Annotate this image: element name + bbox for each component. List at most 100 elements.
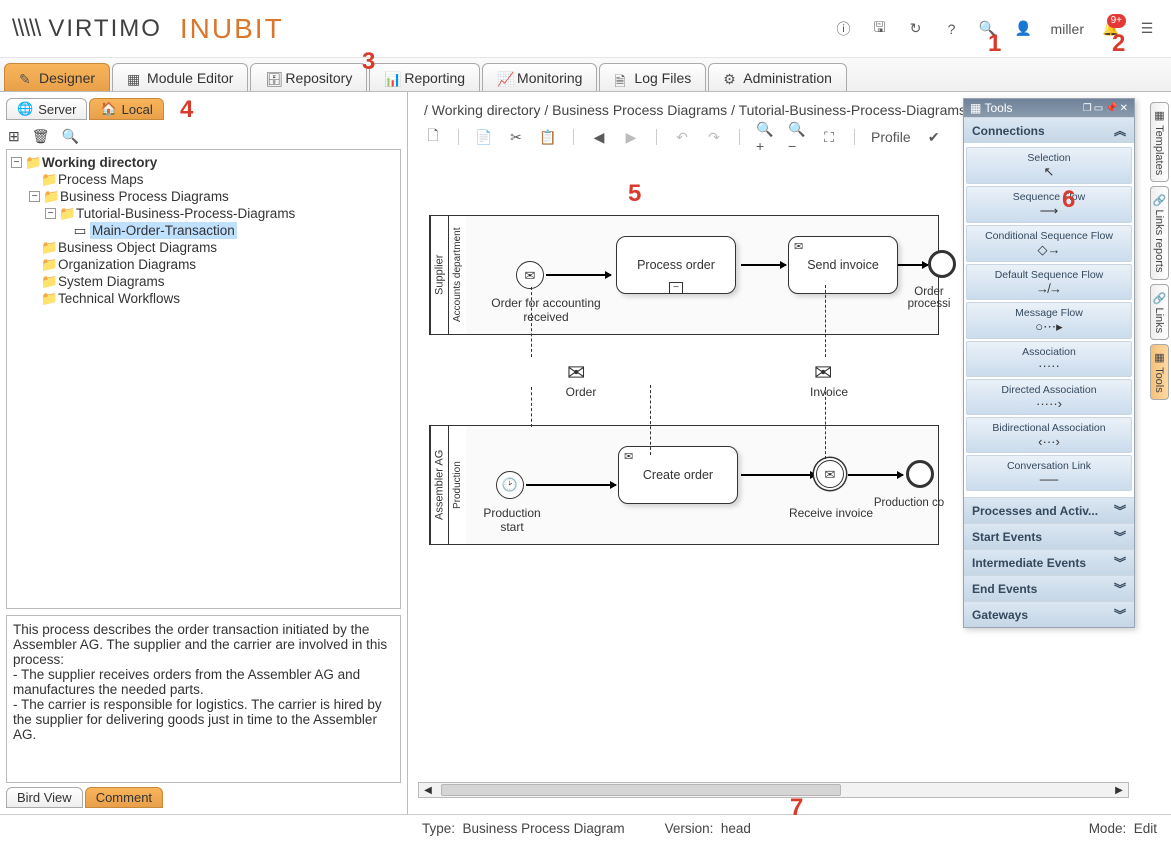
tree-expander[interactable]: − — [45, 208, 56, 219]
tool-message-flow[interactable]: Message Flow○⋯▸ — [966, 302, 1132, 339]
task-process-order[interactable]: Process order− — [616, 236, 736, 294]
prev-icon[interactable]: ◀ — [590, 128, 608, 146]
delete-icon[interactable]: 🗑 — [32, 128, 50, 145]
window-close-icon[interactable]: ✕ — [1120, 103, 1128, 114]
tab-administration[interactable]: ⚙Administration — [708, 63, 847, 91]
tab-repository[interactable]: 🗄Repository — [250, 63, 367, 91]
message-flow[interactable] — [825, 387, 826, 459]
tab-reporting[interactable]: 📊Reporting — [369, 63, 480, 91]
help-icon[interactable]: ? — [943, 20, 961, 38]
tools-section-gateways[interactable]: Gateways︾ — [964, 601, 1134, 627]
zoom-out-icon[interactable]: 🔍− — [788, 128, 806, 146]
tool-conversation-link[interactable]: Conversation Link── — [966, 455, 1132, 491]
scroll-left-button[interactable]: ◀ — [419, 783, 437, 797]
scrollbar-thumb[interactable] — [441, 784, 841, 796]
tree-node-org[interactable]: Organization Diagrams — [58, 256, 196, 273]
new-icon[interactable]: ⊞ — [8, 128, 20, 145]
crumb[interactable]: Business Process Diagrams — [552, 102, 727, 118]
info-icon[interactable]: ⓘ — [835, 20, 853, 38]
sequence-arrow[interactable] — [526, 484, 616, 486]
tab-monitoring[interactable]: 📈Monitoring — [482, 63, 597, 91]
tool-bidirectional-association[interactable]: Bidirectional Association‹···› — [966, 417, 1132, 453]
task-send-invoice[interactable]: ✉Send invoice — [788, 236, 898, 294]
task-create-order[interactable]: ✉Create order — [618, 446, 738, 504]
dock-tab-links-reports[interactable]: 🔗 Links reports — [1150, 186, 1169, 279]
cut-icon[interactable]: ✂ — [507, 128, 525, 146]
tool-selection[interactable]: Selection↖ — [966, 147, 1132, 184]
dock-tab-links[interactable]: 🔗 Links — [1150, 284, 1169, 340]
canvas-horizontal-scrollbar[interactable]: ◀ ▶ — [418, 782, 1129, 798]
dock-tab-tools[interactable]: ▦ Tools — [1150, 344, 1169, 400]
message-flow[interactable] — [531, 287, 532, 357]
username[interactable]: miller — [1051, 21, 1084, 37]
window-min-icon[interactable]: ▭ — [1094, 103, 1103, 114]
zoom-fit-icon[interactable]: ⛶ — [820, 128, 838, 146]
tree-node-tutorial[interactable]: Tutorial-Business-Process-Diagrams — [76, 205, 295, 222]
profile-label[interactable]: Profile — [871, 129, 911, 145]
tool-directed-association[interactable]: Directed Association·····› — [966, 379, 1132, 415]
sequence-arrow[interactable] — [848, 474, 903, 476]
start-event-order-received[interactable]: ✉ — [516, 261, 544, 289]
tools-section-intermediate-events[interactable]: Intermediate Events︾ — [964, 549, 1134, 575]
lane-assembler[interactable]: Assembler AG Production 🕑 Production sta… — [429, 425, 939, 545]
crumb[interactable]: Tutorial-Business-Process-Diagrams — [739, 102, 966, 118]
tree-node-tech[interactable]: Technical Workflows — [58, 290, 180, 307]
tree-node-working-directory[interactable]: Working directory — [42, 154, 157, 171]
tree-node-process-maps[interactable]: Process Maps — [58, 171, 144, 188]
tool-default-sequence-flow[interactable]: Default Sequence Flow↛→ — [966, 264, 1132, 300]
paste-icon[interactable]: 📋 — [539, 128, 557, 146]
tool-sequence-flow[interactable]: Sequence Flow⟶ — [966, 186, 1132, 223]
nav-tab-server[interactable]: 🌐Server — [6, 98, 87, 120]
copy-icon[interactable]: 📄 — [475, 128, 493, 146]
sequence-arrow[interactable] — [741, 264, 786, 266]
tab-designer[interactable]: ✎Designer — [4, 63, 110, 91]
sequence-arrow[interactable] — [898, 264, 928, 266]
tools-section-connections[interactable]: Connections ︽ — [964, 117, 1134, 143]
tab-log-files[interactable]: 🗎Log Files — [599, 63, 706, 91]
sequence-arrow[interactable] — [741, 474, 816, 476]
tools-section-start-events[interactable]: Start Events︾ — [964, 523, 1134, 549]
message-flow[interactable] — [650, 385, 651, 455]
check-icon[interactable]: ✔ — [925, 128, 943, 146]
tool-conditional-sequence-flow[interactable]: Conditional Sequence Flow◇→ — [966, 225, 1132, 262]
new-file-icon[interactable]: 🗋 — [424, 128, 442, 146]
end-event-production-complete[interactable] — [906, 460, 934, 488]
search-icon[interactable]: 🔍 — [979, 20, 997, 38]
tree-node-main-order-transaction[interactable]: Main-Order-Transaction — [90, 222, 237, 239]
tools-panel[interactable]: ▦ Tools ❐ ▭ 📌 ✕ Connections ︽ Selection↖… — [963, 98, 1135, 628]
message-flow[interactable] — [825, 285, 826, 357]
tab-birdview[interactable]: Bird View — [6, 787, 83, 808]
lane-supplier[interactable]: Supplier Accounts department ✉ Order for… — [429, 215, 939, 335]
tab-module-editor[interactable]: ▦Module Editor — [112, 63, 248, 91]
save-icon[interactable]: 🖫 — [871, 20, 889, 38]
crumb[interactable]: Working directory — [432, 102, 541, 118]
zoom-in-icon[interactable]: 🔍+ — [756, 128, 774, 146]
tree-node-bpd[interactable]: Business Process Diagrams — [60, 188, 229, 205]
notifications-button[interactable]: 🔔 9+ — [1102, 20, 1120, 38]
window-pin-icon[interactable]: 📌 — [1105, 103, 1117, 114]
search-tree-icon[interactable]: 🔍 — [62, 128, 79, 145]
tools-section-end-events[interactable]: End Events︾ — [964, 575, 1134, 601]
tool-association[interactable]: Association····· — [966, 341, 1132, 377]
navigator-tree[interactable]: −📁Working directory 📁Process Maps −📁Busi… — [6, 149, 401, 609]
dock-tab-templates[interactable]: ▦ Templates — [1150, 102, 1169, 182]
nav-tab-local[interactable]: 🏠Local — [89, 98, 163, 120]
sequence-arrow[interactable] — [546, 274, 611, 276]
tree-node-sys[interactable]: System Diagrams — [58, 273, 165, 290]
scroll-right-button[interactable]: ▶ — [1110, 783, 1128, 797]
tools-section-processes[interactable]: Processes and Activ...︾ — [964, 497, 1134, 523]
redo-icon[interactable]: ↷ — [705, 128, 723, 146]
tree-expander[interactable]: − — [29, 191, 40, 202]
user-icon[interactable]: 👤 — [1015, 20, 1033, 38]
menu-icon[interactable]: ☰ — [1138, 20, 1156, 38]
refresh-icon[interactable]: ↻ — [907, 20, 925, 38]
tools-titlebar[interactable]: ▦ Tools ❐ ▭ 📌 ✕ — [964, 99, 1134, 117]
intermediate-event-receive-invoice[interactable]: ✉ — [816, 460, 844, 488]
tree-expander[interactable]: − — [11, 157, 22, 168]
window-restore-icon[interactable]: ❐ — [1083, 103, 1092, 114]
tree-node-bod[interactable]: Business Object Diagrams — [58, 239, 217, 256]
end-event-order-processing[interactable] — [928, 250, 956, 278]
tab-comment[interactable]: Comment — [85, 787, 163, 808]
undo-icon[interactable]: ↶ — [673, 128, 691, 146]
next-icon[interactable]: ▶ — [622, 128, 640, 146]
